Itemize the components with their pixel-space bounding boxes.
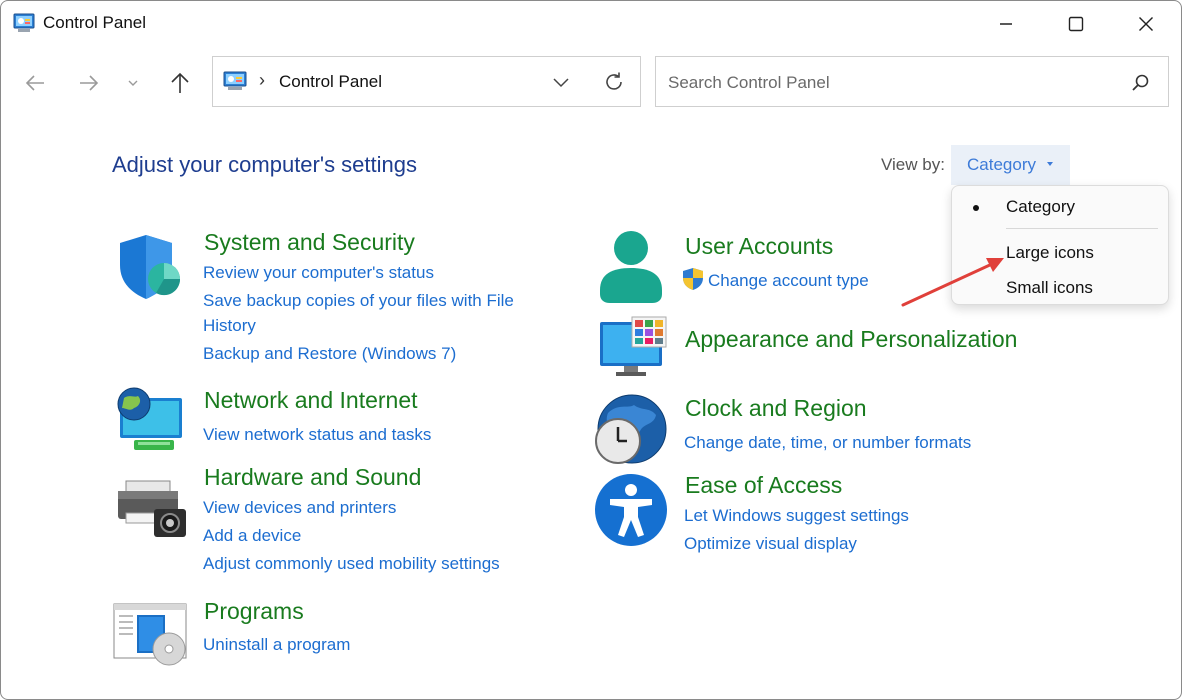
close-button[interactable] (1111, 1, 1181, 47)
up-button[interactable] (163, 65, 197, 101)
back-button[interactable] (18, 65, 52, 101)
search-input[interactable] (666, 69, 1110, 97)
link-devices-printers[interactable]: View devices and printers (203, 498, 396, 518)
address-bar[interactable]: › Control Panel (212, 56, 641, 107)
maximize-icon (1068, 16, 1084, 32)
close-icon (1139, 17, 1153, 31)
category-title-user-accounts[interactable]: User Accounts (685, 233, 833, 260)
menu-item-label: Small icons (1006, 278, 1093, 297)
control-panel-window: Control Panel › Control Panel Search Con… (0, 0, 1182, 700)
search-icon[interactable] (1130, 73, 1150, 93)
programs-icon (113, 603, 187, 666)
view-by-label: View by: (881, 155, 945, 174)
maximize-button[interactable] (1041, 1, 1111, 47)
refresh-icon (606, 72, 622, 90)
arrow-right-icon (80, 75, 99, 91)
menu-item-label: Large icons (1006, 243, 1094, 262)
category-title-appearance[interactable]: Appearance and Personalization (685, 326, 1017, 353)
link-network-status[interactable]: View network status and tasks (203, 425, 431, 445)
category-title-network[interactable]: Network and Internet (204, 387, 418, 414)
annotation-arrow-icon (901, 258, 1004, 307)
link-save-backup[interactable]: Save backup copies of your files with Fi… (203, 291, 514, 311)
refresh-button[interactable] (599, 68, 629, 96)
page-title: Adjust your computer's settings (112, 152, 418, 177)
control-panel-icon (223, 71, 247, 90)
recent-locations-button[interactable] (116, 65, 150, 101)
link-backup-restore[interactable]: Backup and Restore (Windows 7) (203, 344, 456, 364)
category-title-hardware[interactable]: Hardware and Sound (204, 464, 421, 491)
menu-item-category[interactable]: Category (952, 191, 1168, 223)
link-mobility-settings[interactable]: Adjust commonly used mobility settings (203, 554, 500, 574)
link-review-status[interactable]: Review your computer's status (203, 263, 434, 283)
window-title: Control Panel (43, 13, 147, 32)
category-title-clock-region[interactable]: Clock and Region (685, 395, 867, 422)
dropdown-arrow-icon (1047, 162, 1053, 166)
view-by-value: Category (967, 155, 1036, 174)
monitor-icon (600, 316, 667, 376)
breadcrumb[interactable]: Control Panel (279, 72, 382, 92)
minimize-icon (1000, 23, 1012, 25)
globe-clock-icon (595, 394, 667, 464)
link-change-account-type[interactable]: Change account type (708, 271, 869, 291)
control-panel-icon (13, 13, 35, 32)
link-uninstall-program[interactable]: Uninstall a program (203, 635, 350, 655)
link-file-history[interactable]: History (203, 316, 256, 336)
link-change-formats[interactable]: Change date, time, or number formats (684, 433, 971, 453)
category-title-system-security[interactable]: System and Security (204, 229, 415, 256)
shield-icon (120, 235, 181, 299)
address-dropdown-button[interactable] (547, 69, 575, 95)
menu-separator (1006, 228, 1158, 229)
minimize-button[interactable] (971, 1, 1041, 47)
chevron-down-icon (553, 78, 569, 88)
title-bar: Control Panel (1, 1, 1181, 47)
network-icon (117, 387, 182, 450)
link-add-device[interactable]: Add a device (203, 526, 301, 546)
accessibility-icon (595, 474, 667, 546)
search-box (655, 56, 1169, 107)
user-icon (600, 231, 662, 303)
forward-button[interactable] (72, 65, 106, 101)
breadcrumb-chevron-icon: › (259, 70, 265, 90)
link-optimize-display[interactable]: Optimize visual display (684, 534, 857, 554)
menu-item-label: Category (1006, 197, 1075, 216)
arrow-up-icon (171, 72, 189, 93)
printer-icon (118, 480, 186, 537)
arrow-left-icon (25, 75, 44, 91)
uac-shield-icon (683, 268, 703, 290)
chevron-down-icon (128, 80, 138, 86)
category-title-ease-of-access[interactable]: Ease of Access (685, 472, 842, 499)
view-by-dropdown[interactable]: Category (951, 145, 1070, 185)
category-title-programs[interactable]: Programs (204, 598, 304, 625)
selected-bullet-icon (973, 205, 979, 211)
link-windows-suggest[interactable]: Let Windows suggest settings (684, 506, 909, 526)
